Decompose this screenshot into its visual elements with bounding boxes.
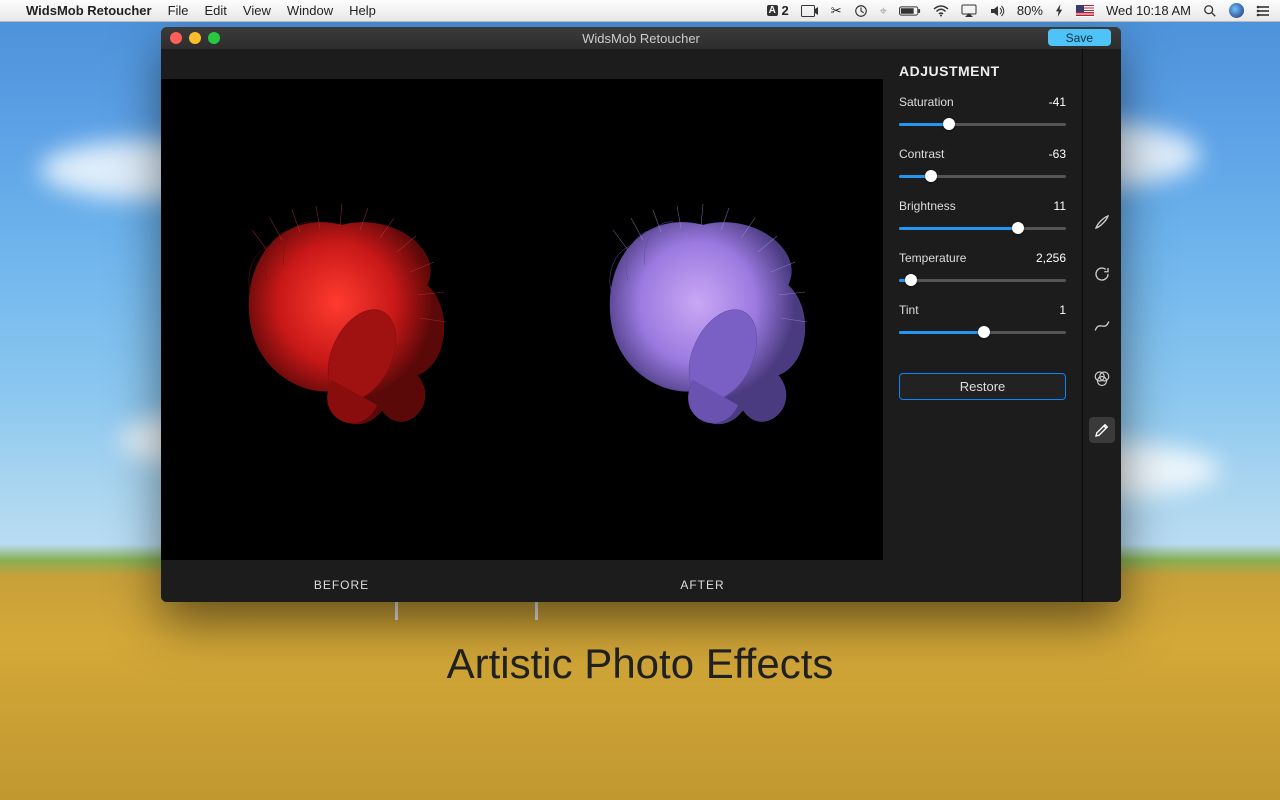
tool-rail: [1083, 49, 1121, 602]
menu-window[interactable]: Window: [287, 3, 333, 18]
slider-label: Tint: [899, 303, 919, 317]
adjustment-panel: ADJUSTMENT Saturation -41 Contrast -63 Bri…: [883, 49, 1083, 602]
desktop-caption: Artistic Photo Effects: [0, 640, 1280, 688]
brightness-slider[interactable]: [899, 221, 1066, 235]
slider-label: Saturation: [899, 95, 954, 109]
after-label: AFTER: [522, 560, 883, 602]
scissors-icon[interactable]: ✂: [831, 3, 842, 19]
slider-value: 2,256: [1036, 251, 1066, 265]
window-titlebar[interactable]: WidsMob Retoucher Save: [161, 27, 1121, 49]
volume-icon[interactable]: [989, 4, 1005, 18]
timemachine-icon[interactable]: [854, 4, 868, 18]
menu-edit[interactable]: Edit: [205, 3, 227, 18]
menu-file[interactable]: File: [168, 3, 189, 18]
battery-icon[interactable]: [899, 5, 921, 17]
slider-label: Temperature: [899, 251, 966, 265]
charge-icon: [1055, 4, 1064, 17]
panel-title: ADJUSTMENT: [899, 63, 1066, 79]
battery-percent[interactable]: 80%: [1017, 3, 1043, 18]
bluetooth-icon[interactable]: ⌖: [880, 3, 887, 19]
menubar-clock[interactable]: Wed 10:18 AM: [1106, 3, 1191, 18]
contrast-slider[interactable]: [899, 169, 1066, 183]
slider-value: -41: [1049, 95, 1066, 109]
wifi-icon[interactable]: [933, 5, 949, 17]
before-image: [161, 79, 522, 560]
saturation-slider[interactable]: [899, 117, 1066, 131]
slider-value: 1: [1059, 303, 1066, 317]
spotlight-icon[interactable]: [1203, 4, 1217, 18]
slider-value: -63: [1049, 147, 1066, 161]
slider-label: Brightness: [899, 199, 956, 213]
save-button[interactable]: Save: [1048, 29, 1111, 46]
notifications-icon[interactable]: [1256, 5, 1270, 17]
tint-slider[interactable]: [899, 325, 1066, 339]
airplay-icon[interactable]: [961, 4, 977, 18]
overlap-tool-icon[interactable]: [1089, 365, 1115, 391]
app-window: WidsMob Retoucher Save: [161, 27, 1121, 602]
before-label: BEFORE: [161, 560, 522, 602]
pencil-tool-icon[interactable]: [1089, 417, 1115, 443]
menubar-app-name[interactable]: WidsMob Retoucher: [26, 3, 152, 18]
screen-record-icon[interactable]: [801, 5, 819, 17]
macos-menubar: WidsMob Retoucher File Edit View Window …: [0, 0, 1280, 22]
temperature-slider[interactable]: [899, 273, 1066, 287]
input-flag-icon[interactable]: [1076, 5, 1094, 17]
menu-help[interactable]: Help: [349, 3, 376, 18]
after-image: [522, 79, 883, 560]
slider-value: 11: [1054, 199, 1066, 213]
adobe-icon[interactable]: A 2: [767, 3, 789, 18]
restore-button[interactable]: Restore: [899, 373, 1066, 400]
refresh-tool-icon[interactable]: [1089, 261, 1115, 287]
preview-panel: BEFORE AFTER: [161, 49, 883, 602]
slider-label: Contrast: [899, 147, 944, 161]
window-title: WidsMob Retoucher: [161, 31, 1121, 46]
curve-tool-icon[interactable]: [1089, 313, 1115, 339]
menu-view[interactable]: View: [243, 3, 271, 18]
brush-tool-icon[interactable]: [1089, 209, 1115, 235]
siri-icon[interactable]: [1229, 3, 1244, 18]
